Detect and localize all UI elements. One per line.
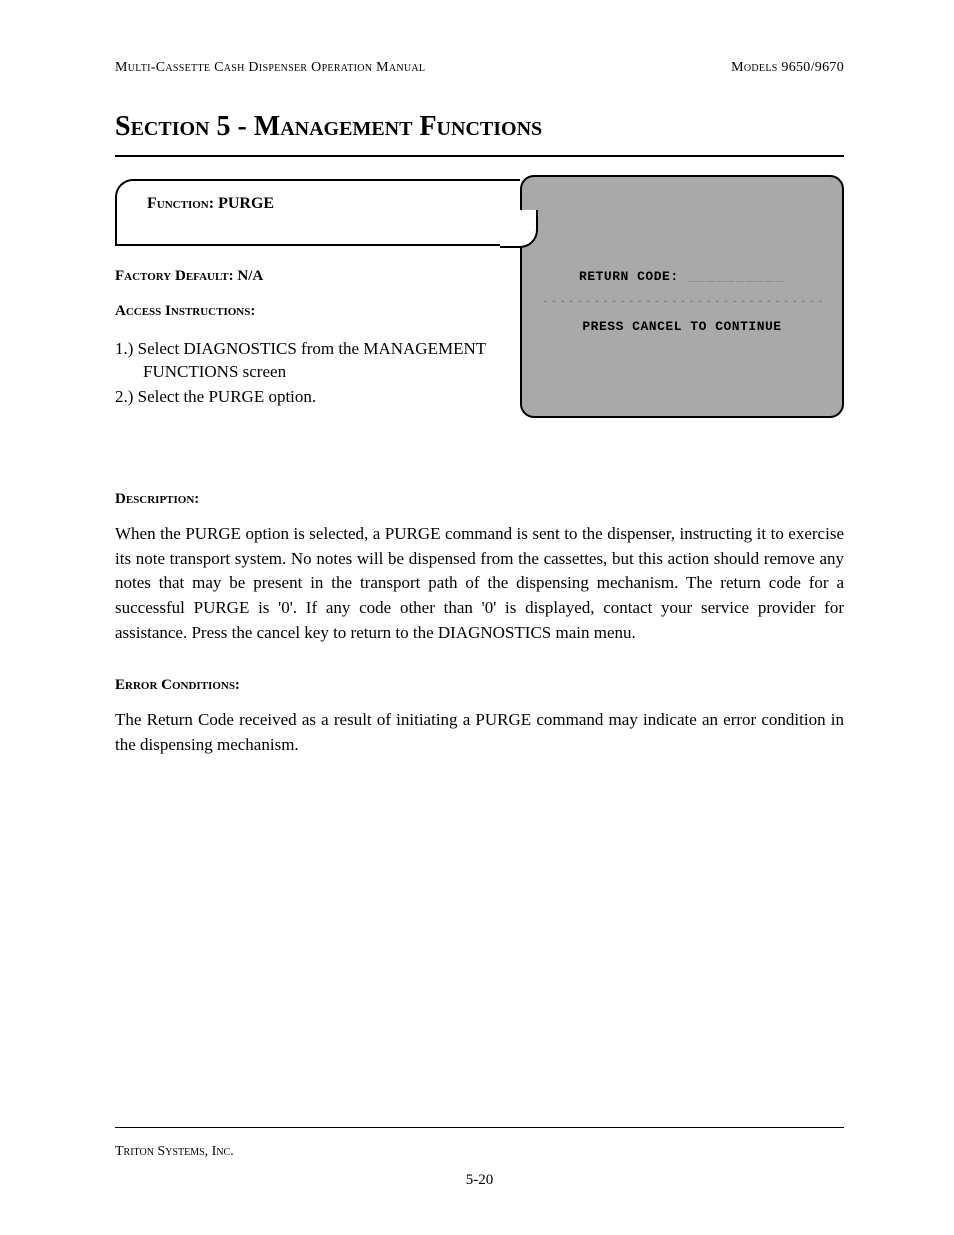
title-rule — [115, 155, 844, 157]
factory-default-row: Factory Default: N/A — [115, 268, 515, 285]
function-label: Function: PURGE — [147, 195, 274, 212]
function-value: PURGE — [218, 195, 274, 212]
screen-return-code-line: RETURN CODE: __________ — [542, 267, 822, 288]
footer-company: Triton Systems, Inc. — [115, 1144, 844, 1160]
atm-screen-preview: RETURN CODE: __________ ----------------… — [520, 175, 844, 418]
screen-return-code-label: RETURN CODE: — [579, 269, 679, 284]
header-right: Models 9650/9670 — [731, 60, 844, 76]
description-text: When the PURGE option is selected, a PUR… — [115, 522, 844, 645]
function-prefix: Function: — [147, 195, 218, 212]
access-instructions-list: 1.) Select DIAGNOSTICS from the MANAGEME… — [115, 338, 515, 409]
function-tab: Function: PURGE — [115, 179, 520, 246]
factory-default-value: N/A — [237, 268, 263, 284]
error-conditions-text: The Return Code received as a result of … — [115, 708, 844, 757]
footer-rule — [115, 1127, 844, 1128]
page-footer: Triton Systems, Inc. 5-20 — [115, 1127, 844, 1189]
access-instructions-label: Access Instructions: — [115, 303, 515, 320]
screen-press-cancel: PRESS CANCEL TO CONTINUE — [542, 317, 822, 338]
description-label: Description: — [115, 491, 844, 508]
page-number: 5-20 — [115, 1172, 844, 1189]
factory-default-label: Factory Default: — [115, 268, 237, 284]
header-left: Multi-Cassette Cash Dispenser Operation … — [115, 60, 425, 76]
access-step-1: 1.) Select DIAGNOSTICS from the MANAGEME… — [115, 338, 515, 384]
screen-divider: ---------------------------------------- — [542, 294, 822, 312]
access-step-2: 2.) Select the PURGE option. — [115, 386, 515, 409]
screen-return-code-blank: __________ — [687, 269, 785, 284]
page-header: Multi-Cassette Cash Dispenser Operation … — [115, 60, 844, 76]
error-conditions-label: Error Conditions: — [115, 677, 844, 694]
section-title: Section 5 - Management Functions — [115, 111, 844, 143]
